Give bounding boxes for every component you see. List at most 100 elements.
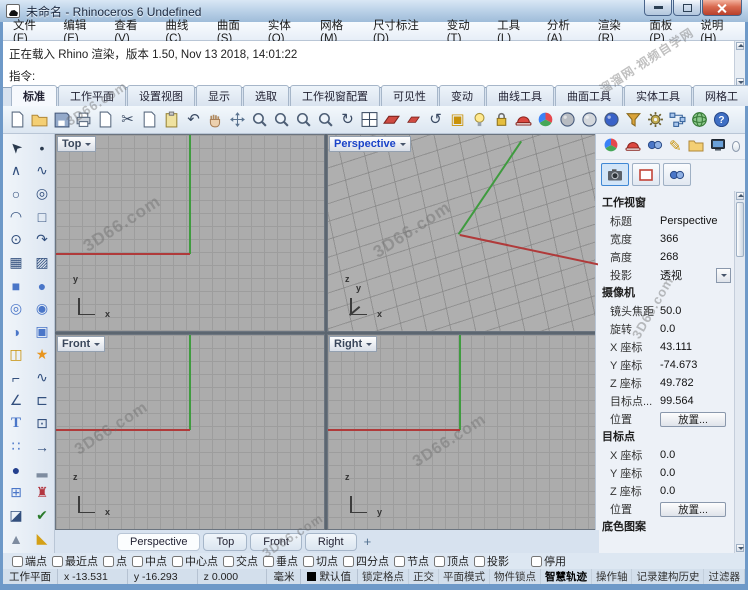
box-icon[interactable]: ■	[3, 274, 29, 297]
help-icon[interactable]	[711, 109, 732, 131]
osnap-perpendicular-checkbox[interactable]	[263, 555, 274, 567]
zoom-window-icon[interactable]	[271, 109, 292, 131]
save-icon[interactable]	[51, 109, 72, 131]
undo-view-icon[interactable]: ↺	[425, 109, 446, 131]
osnap-point[interactable]: 点	[103, 553, 127, 569]
osnap-mid[interactable]: 中点	[132, 553, 167, 569]
viewport-tab-icon[interactable]	[647, 137, 663, 156]
target-z-field[interactable]: 0.0	[660, 485, 734, 497]
osnap-disable-checkbox[interactable]	[531, 555, 542, 567]
rotate-view-icon[interactable]: ↻	[337, 109, 358, 131]
control-point-curve-icon[interactable]: ∿	[29, 159, 55, 182]
restore-button[interactable]	[673, 0, 701, 16]
panel-scrollbar[interactable]	[734, 191, 745, 553]
polyline-icon[interactable]: ∧	[3, 159, 29, 182]
filter-icon[interactable]	[623, 109, 644, 131]
toolbar-tab-standard[interactable]: 标准	[11, 85, 57, 106]
viewport-front[interactable]: Front z x	[55, 334, 325, 530]
toolbar-tab-transform[interactable]: 变动	[439, 85, 485, 106]
undo-icon[interactable]: ↶	[183, 109, 204, 131]
display-tab-icon[interactable]	[625, 137, 641, 156]
select-arrow-icon[interactable]: ➤	[3, 136, 29, 159]
extrude-icon[interactable]: →	[29, 435, 55, 458]
viewport-perspective-label[interactable]: Perspective	[329, 136, 411, 152]
osnap-center-checkbox[interactable]	[172, 555, 183, 567]
camera-view-button[interactable]	[601, 163, 629, 186]
close-button[interactable]	[702, 0, 742, 16]
viewport-top-label[interactable]: Top	[57, 136, 97, 152]
offset-icon[interactable]: ⊏	[29, 389, 55, 412]
ortho-toggle[interactable]: 正交	[409, 569, 439, 584]
osnap-center[interactable]: 中心点	[172, 553, 218, 569]
osnap-near[interactable]: 最近点	[52, 553, 98, 569]
move-icon[interactable]	[227, 109, 248, 131]
array-icon[interactable]: ∷	[3, 435, 29, 458]
scrollbar-thumb[interactable]	[736, 202, 744, 257]
osnap-end-checkbox[interactable]	[12, 555, 23, 567]
projection-select[interactable]: 透视	[660, 267, 716, 283]
osnap-project-checkbox[interactable]	[474, 555, 485, 567]
target-distance-field[interactable]: 99.564	[660, 395, 734, 407]
toolbar-tab-curve-tools[interactable]: 曲线工具	[486, 85, 554, 106]
text-icon[interactable]: T	[3, 412, 29, 435]
surface-icon[interactable]: ▦	[3, 251, 29, 274]
shaded-view-icon[interactable]	[557, 109, 578, 131]
named-view-icon[interactable]: ▣	[447, 109, 468, 131]
toolbar-tab-mesh-tools[interactable]: 网格工	[693, 85, 748, 106]
spotlight-icon[interactable]: ♜	[29, 481, 55, 504]
zoom-dynamic-icon[interactable]	[293, 109, 314, 131]
viewport-right-label[interactable]: Right	[329, 336, 378, 352]
lens-length-field[interactable]: 50.0	[660, 305, 734, 317]
zoom-in-icon[interactable]	[249, 109, 270, 131]
render-globe-icon[interactable]	[689, 109, 710, 131]
four-viewports-icon[interactable]	[359, 109, 380, 131]
edit-points-icon[interactable]: ⊡	[29, 412, 55, 435]
osnap-project[interactable]: 投影	[474, 553, 509, 569]
explode-icon[interactable]: ★	[29, 343, 55, 366]
material-gold-icon[interactable]: ◣	[29, 527, 55, 550]
select-check-icon[interactable]: ✔	[29, 504, 55, 527]
osnap-end[interactable]: 端点	[12, 553, 47, 569]
osnap-vertex[interactable]: 顶点	[434, 553, 469, 569]
ellipse-icon[interactable]: ◎	[29, 182, 55, 205]
viewport-height-field[interactable]: 268	[660, 251, 734, 263]
camera-y-field[interactable]: -74.673	[660, 359, 734, 371]
properties-tab-icon[interactable]	[603, 137, 619, 156]
tab-perspective[interactable]: Perspective	[117, 532, 201, 551]
circle-icon[interactable]: ○	[3, 182, 29, 205]
osnap-knot[interactable]: 节点	[394, 553, 429, 569]
history-icon[interactable]	[667, 109, 688, 131]
toolbar-tab-cplanes[interactable]: 工作平面	[58, 85, 126, 106]
color-wheel-icon[interactable]	[535, 109, 556, 131]
pan-icon[interactable]	[205, 109, 226, 131]
osnap-intersection-checkbox[interactable]	[223, 555, 234, 567]
toolbar-tab-visibility[interactable]: 可见性	[381, 85, 438, 106]
arc-icon[interactable]: ◠	[3, 205, 29, 228]
point-icon[interactable]: •	[29, 136, 55, 159]
block-grid-icon[interactable]: ⊞	[3, 481, 29, 504]
export-icon[interactable]	[95, 109, 116, 131]
monitor-tab-icon[interactable]	[710, 137, 726, 156]
target-y-field[interactable]: 0.0	[660, 467, 734, 479]
paste-icon[interactable]	[161, 109, 182, 131]
osnap-tangent[interactable]: 切点	[303, 553, 338, 569]
boolean-union-icon[interactable]: ◫	[3, 343, 29, 366]
viewport-perspective[interactable]: Perspective z y x	[327, 134, 599, 332]
scroll-up-icon[interactable]	[736, 192, 744, 200]
extrude-solid-icon[interactable]: ◉	[29, 297, 55, 320]
osnap-vertex-checkbox[interactable]	[434, 555, 445, 567]
target-place-button[interactable]: 放置...	[660, 501, 726, 517]
cut-icon[interactable]: ✂	[117, 109, 138, 131]
osnap-disable[interactable]: 停用	[531, 553, 566, 569]
xray-view-icon[interactable]	[579, 109, 600, 131]
osnap-quadrant-checkbox[interactable]	[343, 555, 354, 567]
tab-front[interactable]: Front	[250, 532, 302, 551]
zoom-selected-icon[interactable]	[315, 109, 336, 131]
viewport-front-label[interactable]: Front	[57, 336, 106, 352]
toolbar-tab-surface-tools[interactable]: 曲面工具	[555, 85, 623, 106]
toolbar-tab-display[interactable]: 显示	[196, 85, 242, 106]
viewport-width-field[interactable]: 366	[660, 233, 734, 245]
blend-curve-icon[interactable]: ∿	[29, 366, 55, 389]
torus-icon[interactable]: ◎	[3, 297, 29, 320]
osnap-tangent-checkbox[interactable]	[303, 555, 314, 567]
